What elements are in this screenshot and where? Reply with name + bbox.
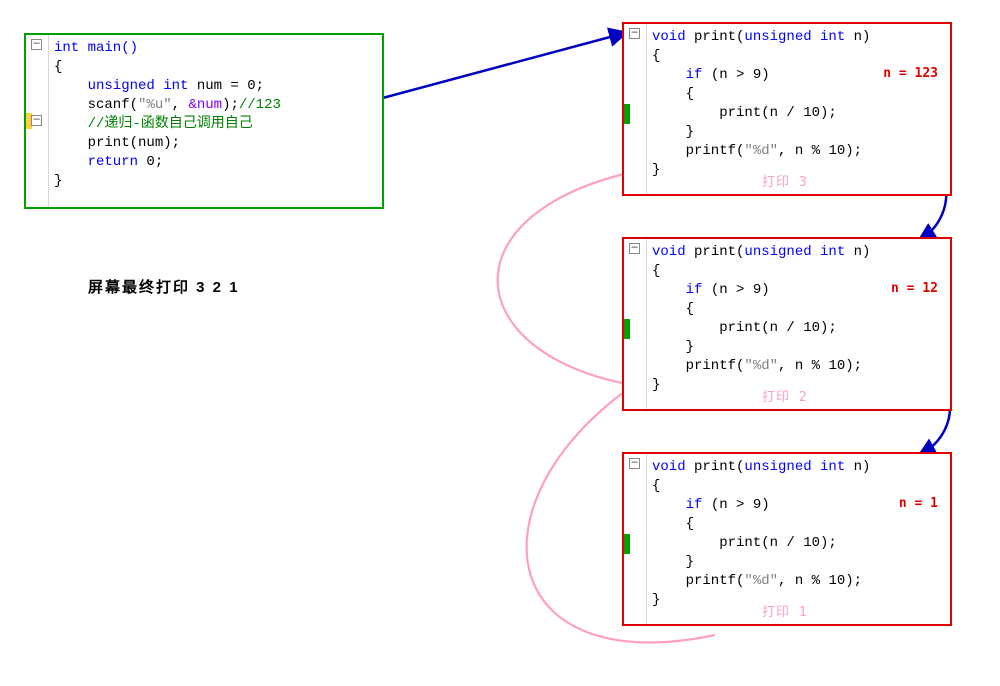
saved-marker-icon: [624, 319, 630, 339]
pink-print-1: 打印 1: [762, 601, 808, 620]
fn-scanf: scanf: [54, 97, 130, 113]
brace: {: [652, 263, 660, 279]
text: num = 0;: [188, 78, 264, 94]
brace: }: [652, 554, 694, 570]
text: (n > 9): [702, 497, 769, 513]
text: print(: [686, 459, 745, 475]
main-code: int main() { unsigned int num = 0; scanf…: [54, 39, 376, 191]
brace: }: [652, 162, 660, 178]
fn-print: print: [54, 135, 130, 151]
brace: {: [652, 516, 694, 532]
brace: }: [652, 339, 694, 355]
text: (n > 9): [702, 282, 769, 298]
brace: {: [652, 48, 660, 64]
brace: }: [54, 173, 62, 189]
fold-icon: [31, 39, 42, 50]
fn-printf: printf(: [652, 358, 744, 374]
brace: }: [652, 377, 660, 393]
text: ,: [172, 97, 189, 113]
brace: {: [54, 59, 62, 75]
text: );: [222, 97, 239, 113]
annot-n1: n = 1: [899, 496, 938, 511]
summary-text: 屏幕最终打印 3 2 1: [88, 276, 240, 297]
brace: {: [652, 301, 694, 317]
text: (n > 9): [702, 67, 769, 83]
kw-if: if: [652, 282, 702, 298]
fold-icon: [629, 458, 640, 469]
str: "%d": [744, 143, 778, 159]
print-code-1: void print(unsigned int n) { if (n > 9) …: [652, 458, 944, 610]
text: n): [845, 29, 870, 45]
saved-marker-icon: [624, 534, 630, 554]
text: n): [845, 459, 870, 475]
fold-icon: [31, 115, 42, 126]
brace: {: [652, 478, 660, 494]
text: print(n / 10);: [652, 320, 837, 336]
fn-printf: printf(: [652, 143, 744, 159]
kw-uint: unsigned int: [744, 459, 845, 475]
text: 0;: [138, 154, 163, 170]
kw-if: if: [652, 67, 702, 83]
gutter: [624, 239, 647, 409]
text: (num);: [130, 135, 180, 151]
str: "%d": [744, 358, 778, 374]
annot-n123: n = 123: [883, 66, 938, 81]
main-code-box: int main() { unsigned int num = 0; scanf…: [24, 33, 384, 209]
print-code-12: void print(unsigned int n) { if (n > 9) …: [652, 243, 944, 395]
brace: }: [652, 592, 660, 608]
brace: }: [652, 124, 694, 140]
text: n): [845, 244, 870, 260]
kw-if: if: [652, 497, 702, 513]
print-code-123: void print(unsigned int n) { if (n > 9) …: [652, 28, 944, 180]
text: print(: [686, 29, 745, 45]
print-box-12: void print(unsigned int n) { if (n > 9) …: [622, 237, 952, 411]
fold-icon: [629, 28, 640, 39]
text: , n % 10);: [778, 143, 862, 159]
kw-int-main: int main(): [54, 40, 138, 56]
text: print(: [686, 244, 745, 260]
arg: &num: [188, 97, 222, 113]
pink-print-2: 打印 2: [762, 386, 808, 405]
text: , n % 10);: [778, 358, 862, 374]
gutter: [624, 454, 647, 624]
fn-printf: printf(: [652, 573, 744, 589]
kw-void: void: [652, 244, 686, 260]
kw-void: void: [652, 459, 686, 475]
comment: //递归-函数自己调用自己: [54, 116, 253, 132]
text: print(n / 10);: [652, 105, 837, 121]
comment: //123: [239, 97, 281, 113]
gutter: [624, 24, 647, 194]
text: , n % 10);: [778, 573, 862, 589]
print-box-123: void print(unsigned int n) { if (n > 9) …: [622, 22, 952, 196]
str: "%d": [744, 573, 778, 589]
kw-void: void: [652, 29, 686, 45]
saved-marker-icon: [624, 104, 630, 124]
kw-return: return: [54, 154, 138, 170]
text: print(n / 10);: [652, 535, 837, 551]
brace: {: [652, 86, 694, 102]
fold-icon: [629, 243, 640, 254]
kw-uint: unsigned int: [744, 29, 845, 45]
gutter: [26, 35, 49, 207]
pink-print-3: 打印 3: [762, 171, 808, 190]
str: "%u": [138, 97, 172, 113]
kw-uint: unsigned int: [54, 78, 188, 94]
print-box-1: void print(unsigned int n) { if (n > 9) …: [622, 452, 952, 626]
kw-uint: unsigned int: [744, 244, 845, 260]
diagram-stage: int main() { unsigned int num = 0; scanf…: [0, 0, 1000, 686]
annot-n12: n = 12: [891, 281, 938, 296]
